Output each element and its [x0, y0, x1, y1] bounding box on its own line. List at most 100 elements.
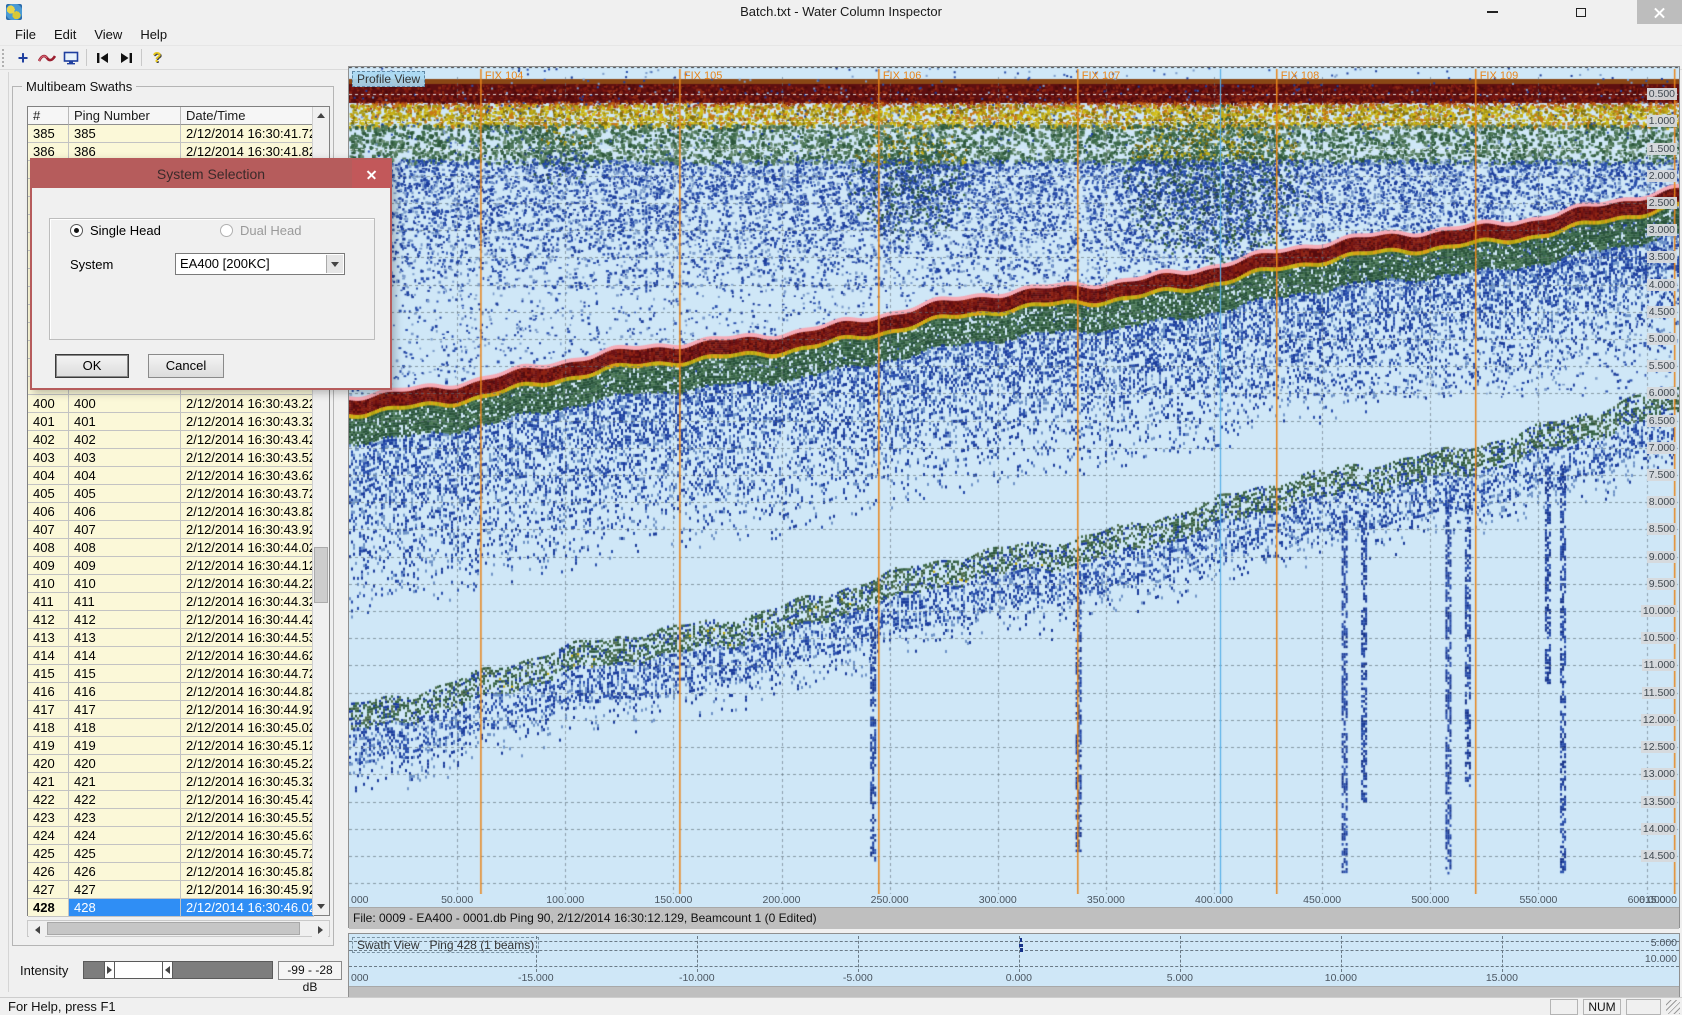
table-cell: 405: [69, 485, 181, 503]
close-button[interactable]: [1637, 0, 1682, 24]
table-row[interactable]: 4224222/12/2014 16:30:45.429: [28, 791, 314, 809]
menu-file[interactable]: File: [6, 24, 45, 45]
help-button[interactable]: ?: [145, 47, 169, 69]
table-row[interactable]: 4034032/12/2014 16:30:43.529: [28, 449, 314, 467]
column-header[interactable]: Date/Time: [181, 107, 314, 125]
table-row[interactable]: 4214212/12/2014 16:30:45.329: [28, 773, 314, 791]
column-header[interactable]: #: [28, 107, 69, 125]
table-cell: 2/12/2014 16:30:44.029: [181, 539, 314, 557]
table-row[interactable]: 4194192/12/2014 16:30:45.129: [28, 737, 314, 755]
ok-button[interactable]: OK: [55, 354, 129, 378]
table-cell: 2/12/2014 16:30:44.129: [181, 557, 314, 575]
ping-table-horizontal-scrollbar[interactable]: [27, 920, 330, 937]
swath-wave-icon: [38, 52, 56, 64]
table-row[interactable]: 4254252/12/2014 16:30:45.729: [28, 845, 314, 863]
slider-track-right[interactable]: [173, 962, 272, 978]
table-row[interactable]: 4024022/12/2014 16:30:43.429: [28, 431, 314, 449]
resize-grip[interactable]: [1666, 1000, 1680, 1014]
go-last-ping-button[interactable]: [114, 47, 138, 69]
table-row[interactable]: 4104102/12/2014 16:30:44.229: [28, 575, 314, 593]
vertical-scroll-thumb[interactable]: [314, 547, 328, 603]
table-row[interactable]: 4204202/12/2014 16:30:45.229: [28, 755, 314, 773]
swath-view-panel[interactable]: Swath View Ping 428 (1 beams) 5.00010.00…: [348, 933, 1680, 998]
swath-tool-button[interactable]: [35, 47, 59, 69]
panel-divider: [8, 72, 9, 992]
table-row[interactable]: 4054052/12/2014 16:30:43.729: [28, 485, 314, 503]
table-row[interactable]: 4154152/12/2014 16:30:44.729: [28, 665, 314, 683]
table-row[interactable]: 4124122/12/2014 16:30:44.429: [28, 611, 314, 629]
single-head-radio[interactable]: Single Head: [70, 223, 161, 238]
table-cell: 428: [69, 899, 181, 917]
monitor-icon: [63, 51, 79, 65]
table-row[interactable]: 4234232/12/2014 16:30:45.529: [28, 809, 314, 827]
table-row[interactable]: 4044042/12/2014 16:30:43.629: [28, 467, 314, 485]
table-row[interactable]: 4014012/12/2014 16:30:43.329: [28, 413, 314, 431]
table-cell: 418: [69, 719, 181, 737]
table-cell: 2/12/2014 16:30:43.829: [181, 503, 314, 521]
slider-track-left[interactable]: [84, 962, 104, 978]
cancel-button[interactable]: Cancel: [148, 354, 224, 378]
table-cell: 428: [28, 899, 69, 917]
swath-gridline: [349, 966, 1679, 967]
table-cell: 2/12/2014 16:30:46.029: [181, 899, 314, 917]
table-row[interactable]: 4114112/12/2014 16:30:44.329: [28, 593, 314, 611]
minimize-button[interactable]: [1470, 0, 1515, 24]
system-combobox[interactable]: EA400 [200KC]: [175, 253, 345, 275]
table-row[interactable]: 4134132/12/2014 16:30:44.539: [28, 629, 314, 647]
table-row[interactable]: 4184182/12/2014 16:30:45.029: [28, 719, 314, 737]
arrow-down-icon: [317, 904, 325, 909]
table-cell: 422: [69, 791, 181, 809]
table-row[interactable]: 4164162/12/2014 16:30:44.829: [28, 683, 314, 701]
toolbar-grip[interactable]: [2, 49, 7, 67]
slider-selected-range[interactable]: [115, 962, 162, 978]
slider-max-handle[interactable]: [162, 962, 173, 978]
table-cell: 413: [69, 629, 181, 647]
status-help-text: For Help, press F1: [8, 999, 116, 1014]
x-axis-tick-label: 350.000: [1087, 894, 1125, 906]
table-cell: 409: [69, 557, 181, 575]
horizontal-scroll-thumb[interactable]: [47, 922, 300, 935]
scroll-right-button[interactable]: [312, 921, 328, 938]
table-row[interactable]: 4264262/12/2014 16:30:45.829: [28, 863, 314, 881]
table-cell: 414: [69, 647, 181, 665]
table-cell: 426: [28, 863, 69, 881]
slider-min-handle[interactable]: [104, 962, 115, 978]
intensity-range-slider[interactable]: [83, 961, 273, 979]
column-header[interactable]: Ping Number: [69, 107, 181, 125]
menu-help[interactable]: Help: [131, 24, 176, 45]
table-row[interactable]: 4064062/12/2014 16:30:43.829: [28, 503, 314, 521]
table-row[interactable]: 4004002/12/2014 16:30:43.229: [28, 395, 314, 413]
menu-edit[interactable]: Edit: [45, 24, 85, 45]
table-row[interactable]: 4284282/12/2014 16:30:46.029: [28, 899, 314, 917]
scroll-down-button[interactable]: [313, 898, 329, 915]
table-row[interactable]: 4074072/12/2014 16:30:43.929: [28, 521, 314, 539]
table-row[interactable]: 3853852/12/2014 16:30:41.729: [28, 125, 314, 143]
table-cell: 411: [69, 593, 181, 611]
table-row[interactable]: 4084082/12/2014 16:30:44.029: [28, 539, 314, 557]
dialog-title-bar[interactable]: System Selection: [32, 160, 390, 188]
table-row[interactable]: 4174172/12/2014 16:30:44.929: [28, 701, 314, 719]
add-swath-button[interactable]: +: [11, 47, 35, 69]
ping-table-header[interactable]: #Ping NumberDate/Time: [28, 107, 314, 125]
menu-view[interactable]: View: [85, 24, 131, 45]
swath-x-tick-label: 0.000: [1006, 972, 1032, 984]
profile-echogram-canvas[interactable]: [349, 67, 1679, 894]
table-cell: 2/12/2014 16:30:45.929: [181, 881, 314, 899]
table-row[interactable]: 4244242/12/2014 16:30:45.630: [28, 827, 314, 845]
dialog-close-button[interactable]: [352, 160, 390, 188]
x-axis-tick-label: 50.000: [441, 894, 473, 906]
radio-selected-icon[interactable]: [70, 224, 83, 237]
combobox-dropdown-button[interactable]: [326, 255, 343, 273]
table-cell: 402: [28, 431, 69, 449]
table-row[interactable]: 4094092/12/2014 16:30:44.129: [28, 557, 314, 575]
go-first-ping-button[interactable]: [90, 47, 114, 69]
table-row[interactable]: 4274272/12/2014 16:30:45.929: [28, 881, 314, 899]
status-bar: For Help, press F1 NUM: [0, 997, 1682, 1015]
table-cell: 2/12/2014 16:30:44.229: [181, 575, 314, 593]
table-cell: 422: [28, 791, 69, 809]
scroll-left-button[interactable]: [29, 921, 45, 938]
display-view-button[interactable]: [59, 47, 83, 69]
scroll-up-button[interactable]: [313, 107, 329, 124]
maximize-button[interactable]: [1558, 0, 1603, 24]
table-row[interactable]: 4144142/12/2014 16:30:44.629: [28, 647, 314, 665]
